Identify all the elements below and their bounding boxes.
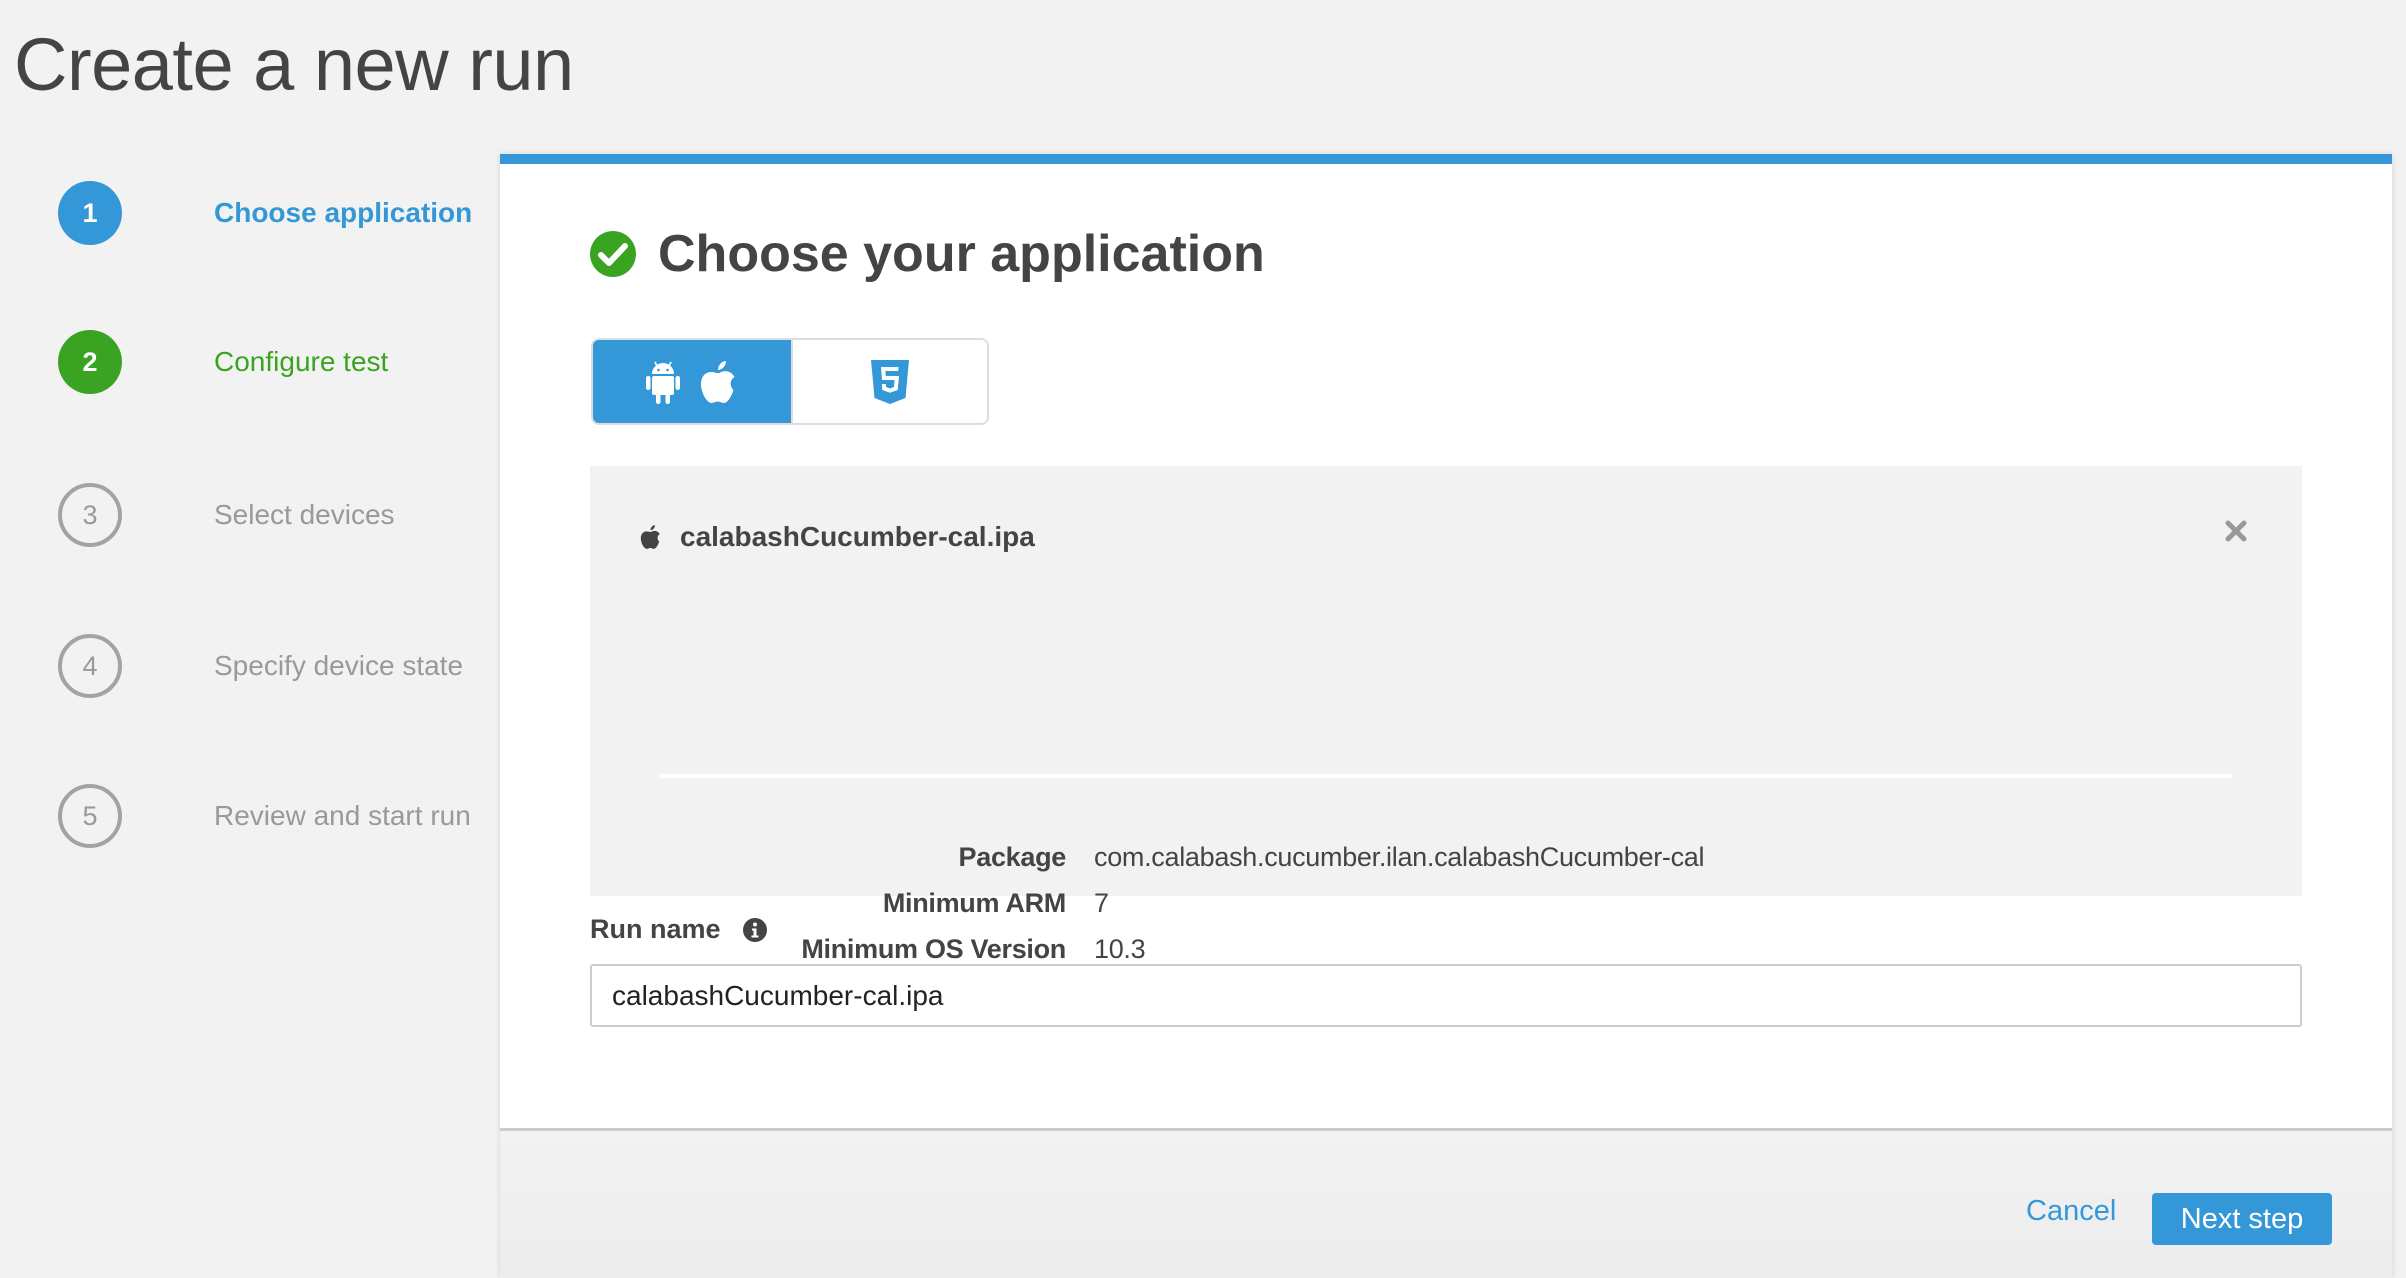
detail-row-minimum-arm: Minimum ARM 7 bbox=[590, 888, 2302, 928]
detail-value: 7 bbox=[1094, 888, 1109, 918]
page-title: Create a new run bbox=[14, 23, 574, 106]
run-name-label-text: Run name bbox=[590, 914, 721, 944]
step-review-and-start-run[interactable]: 5 Review and start run bbox=[58, 784, 478, 848]
panel-footer: Cancel Next step bbox=[500, 1128, 2392, 1278]
detail-value: com.calabash.cucumber.ilan.calabashCucum… bbox=[1094, 842, 1705, 872]
step-label: Review and start run bbox=[214, 800, 471, 831]
step-number-badge: 1 bbox=[58, 181, 122, 245]
android-icon bbox=[646, 361, 680, 404]
uploaded-app-card: calabashCucumber-cal.ipa Package com.cal… bbox=[590, 466, 2302, 964]
run-name-label: Run name bbox=[590, 914, 767, 945]
apple-icon bbox=[701, 360, 735, 403]
cancel-button[interactable]: Cancel bbox=[2026, 1195, 2116, 1228]
step-label: Configure test bbox=[214, 346, 389, 377]
close-icon[interactable] bbox=[2224, 519, 2248, 543]
step-number-badge: 3 bbox=[58, 483, 122, 547]
step-number-badge: 5 bbox=[58, 784, 122, 848]
detail-row-package: Package com.calabash.cucumber.ilan.calab… bbox=[590, 842, 2302, 882]
choose-application-panel: Choose your application calabashCucumber… bbox=[500, 154, 2392, 1278]
panel-accent-bar bbox=[500, 154, 2392, 164]
app-file-name: calabashCucumber-cal.ipa bbox=[680, 521, 1035, 552]
step-number-badge: 4 bbox=[58, 634, 122, 698]
step-configure-test[interactable]: 2 Configure test bbox=[58, 330, 478, 394]
app-file: calabashCucumber-cal.ipa bbox=[640, 521, 1035, 553]
panel-heading: Choose your application bbox=[590, 224, 1265, 284]
step-number-badge: 2 bbox=[58, 330, 122, 394]
detail-key: Package bbox=[958, 842, 1067, 872]
native-app-toggle[interactable] bbox=[593, 340, 791, 423]
detail-key: Minimum ARM bbox=[882, 888, 1066, 918]
run-name-input[interactable] bbox=[590, 964, 2302, 1027]
divider bbox=[660, 774, 2232, 778]
step-label: Select devices bbox=[214, 499, 395, 530]
web-app-toggle[interactable] bbox=[791, 340, 987, 423]
step-label: Specify device state bbox=[214, 650, 464, 681]
info-icon[interactable] bbox=[742, 917, 767, 942]
html5-icon bbox=[871, 359, 909, 404]
platform-toggle bbox=[591, 338, 989, 425]
step-label: Choose application bbox=[214, 197, 473, 228]
panel-heading-text: Choose your application bbox=[658, 225, 1265, 283]
detail-value: 10.3 bbox=[1094, 934, 1146, 964]
apple-icon bbox=[640, 525, 660, 549]
step-select-devices[interactable]: 3 Select devices bbox=[58, 483, 478, 547]
check-circle-icon bbox=[590, 231, 636, 277]
step-specify-device-state[interactable]: 4 Specify device state bbox=[58, 634, 478, 698]
next-step-button[interactable]: Next step bbox=[2152, 1193, 2332, 1245]
detail-key: Minimum OS Version bbox=[801, 934, 1066, 964]
step-choose-application[interactable]: 1 Choose application bbox=[58, 181, 478, 245]
